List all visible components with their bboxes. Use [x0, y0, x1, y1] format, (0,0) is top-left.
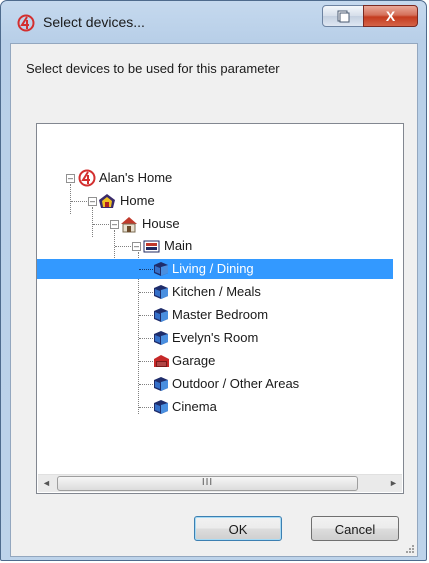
- close-button[interactable]: X: [363, 5, 418, 27]
- collapse-icon[interactable]: –: [66, 174, 75, 183]
- collapse-icon[interactable]: –: [110, 220, 119, 229]
- ok-button[interactable]: OK: [194, 516, 282, 541]
- tree-item-room[interactable]: Kitchen / Meals: [37, 282, 397, 302]
- tree-connector: [139, 269, 153, 270]
- tree-item-room[interactable]: Living / Dining: [37, 259, 393, 279]
- tree-item-house[interactable]: – House: [37, 214, 397, 234]
- resize-grip-icon[interactable]: [404, 543, 414, 553]
- control4-logo-icon: [17, 14, 35, 32]
- tree-item-label: Cinema: [172, 399, 217, 414]
- tree-item-room[interactable]: Evelyn's Room: [37, 328, 397, 348]
- collapse-icon[interactable]: –: [88, 197, 97, 206]
- tree-item-room[interactable]: Outdoor / Other Areas: [37, 374, 397, 394]
- scrollbar-thumb[interactable]: III: [57, 476, 358, 491]
- tree-connector: [139, 292, 153, 293]
- tree-item-label: Kitchen / Meals: [172, 284, 261, 299]
- tree-connector: [139, 338, 153, 339]
- room-icon: [154, 262, 168, 276]
- tree-connector: [139, 315, 153, 316]
- tree-item-label: Alan's Home: [99, 170, 173, 185]
- tree-item-label: Master Bedroom: [172, 307, 269, 322]
- room-icon: [154, 400, 168, 414]
- scroll-right-arrow-icon[interactable]: ►: [385, 475, 402, 492]
- tree-item-home[interactable]: – Home: [37, 191, 397, 211]
- tree-connector: [139, 407, 153, 408]
- prompt-text: Select devices to be used for this param…: [26, 61, 280, 76]
- title-bar[interactable]: Select devices... X: [1, 1, 426, 43]
- room-icon: [154, 308, 168, 322]
- tree-item-label: Main: [164, 238, 193, 253]
- tree-item-label: Garage: [172, 353, 216, 368]
- tree-connector: [71, 201, 87, 202]
- tree-item-label: Evelyn's Room: [172, 330, 259, 345]
- dialog-body: Select devices to be used for this param…: [10, 43, 418, 557]
- tree-item-room[interactable]: Garage: [37, 351, 397, 371]
- tree-connector: [139, 361, 153, 362]
- tree-connector: [139, 384, 153, 385]
- tree-connector: [93, 224, 109, 225]
- tree-item-label: Home: [120, 193, 155, 208]
- tree-item-main[interactable]: – Main: [37, 236, 397, 256]
- dialog-window: Select devices... X Select devices to be…: [0, 0, 427, 561]
- garage-icon: [154, 355, 169, 367]
- restore-icon: [337, 10, 350, 23]
- device-tree[interactable]: – Alan's Home – Home – House – Main Livi…: [36, 123, 404, 494]
- horizontal-scrollbar[interactable]: ◄ III ►: [38, 474, 402, 492]
- room-icon: [154, 285, 168, 299]
- restore-button[interactable]: [322, 5, 364, 27]
- tree-item-room[interactable]: Cinema: [37, 397, 397, 417]
- tree-item-label: Living / Dining: [172, 261, 254, 276]
- room-icon: [154, 377, 168, 391]
- tree-item-room[interactable]: Master Bedroom: [37, 305, 397, 325]
- window-title: Select devices...: [43, 14, 145, 30]
- cancel-button[interactable]: Cancel: [311, 516, 399, 541]
- tree-item-label: House: [142, 216, 180, 231]
- home-icon: [99, 194, 115, 208]
- scroll-left-arrow-icon[interactable]: ◄: [38, 475, 55, 492]
- room-icon: [154, 331, 168, 345]
- tree-item-label: Outdoor / Other Areas: [172, 376, 300, 391]
- control4-logo-icon: [78, 169, 96, 187]
- house-icon: [121, 217, 137, 233]
- floor-icon: [143, 240, 160, 253]
- collapse-icon[interactable]: –: [132, 242, 141, 251]
- tree-item-alans-home[interactable]: – Alan's Home: [37, 168, 397, 188]
- tree-connector: [115, 246, 131, 247]
